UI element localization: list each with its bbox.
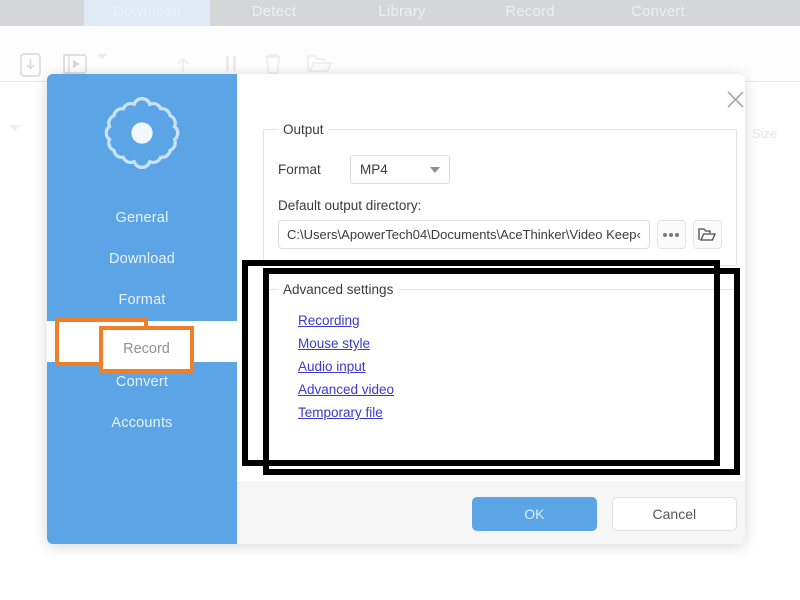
main-tab-bar: DownloadDetectLibraryRecordConvert	[0, 0, 800, 26]
dialog-footer: OK Cancel	[237, 482, 745, 544]
advanced-link-row: Mouse style	[278, 330, 722, 353]
directory-label: Default output directory:	[278, 198, 722, 213]
advanced-link-row: Temporary file	[278, 399, 722, 422]
three-dots-icon[interactable]	[657, 220, 686, 249]
tab-download[interactable]: Download	[84, 0, 210, 26]
chevron-down-icon	[430, 167, 440, 173]
cancel-button[interactable]: Cancel	[612, 497, 737, 531]
sidebar-item-format[interactable]: Format	[47, 280, 237, 321]
advanced-settings-link-list: Recording Mouse style Audio input Advanced …	[278, 307, 722, 422]
advanced-settings-legend: Advanced settings	[278, 282, 398, 297]
output-group: Output Format MP4 Default output directo…	[263, 122, 737, 266]
settings-sidebar: GeneralDownloadFormatRecordConvertAccoun…	[47, 74, 237, 544]
format-select-value: MP4	[360, 162, 388, 177]
background-caret-icon	[8, 120, 22, 138]
advanced-link-row: Audio input	[278, 353, 722, 376]
tab-detect[interactable]: Detect	[210, 0, 338, 26]
advanced-link-temporary-file[interactable]: Temporary file	[298, 405, 383, 420]
format-row: Format MP4	[278, 155, 722, 184]
directory-row: C:\Users\ApowerTech04\Documents\AceThink…	[278, 220, 722, 249]
advanced-link-row: Recording	[278, 307, 722, 330]
annotation-record-label: Record	[99, 326, 194, 373]
settings-dialog: GeneralDownloadFormatRecordConvertAccoun…	[47, 74, 745, 544]
format-label: Format	[278, 162, 350, 177]
column-header-size: Size	[752, 126, 777, 141]
pause-icon[interactable]	[222, 52, 240, 76]
advanced-link-recording[interactable]: Recording	[298, 313, 360, 328]
advanced-link-advanced-video[interactable]: Advanced video	[298, 382, 394, 397]
folder-open-icon[interactable]	[306, 52, 332, 76]
folder-open-icon[interactable]	[693, 220, 722, 249]
format-select[interactable]: MP4	[350, 155, 450, 184]
tab-convert[interactable]: Convert	[594, 0, 722, 26]
advanced-link-mouse-style[interactable]: Mouse style	[298, 336, 370, 351]
tab-record[interactable]: Record	[466, 0, 594, 26]
advanced-link-row: Advanced video	[278, 376, 722, 399]
settings-gear-icon	[47, 92, 237, 174]
settings-panel-body: Output Format MP4 Default output directo…	[237, 74, 745, 475]
dropdown-caret-icon[interactable]	[96, 52, 108, 62]
output-group-legend: Output	[278, 122, 329, 137]
sidebar-item-download[interactable]: Download	[47, 239, 237, 280]
directory-input[interactable]: C:\Users\ApowerTech04\Documents\AceThink…	[278, 220, 650, 249]
sidebar-item-general[interactable]: General	[47, 198, 237, 239]
download-icon[interactable]	[18, 52, 44, 78]
advanced-link-audio-input[interactable]: Audio input	[298, 359, 366, 374]
ok-button[interactable]: OK	[472, 497, 597, 531]
sidebar-item-accounts[interactable]: Accounts	[47, 403, 237, 444]
close-icon[interactable]	[723, 86, 745, 112]
advanced-settings-group: Advanced settings Recording Mouse style Au…	[263, 282, 737, 475]
settings-nav-list: GeneralDownloadFormatRecordConvertAccoun…	[47, 198, 237, 444]
settings-content-panel: Output Format MP4 Default output directo…	[237, 74, 745, 544]
tab-library[interactable]: Library	[338, 0, 466, 26]
